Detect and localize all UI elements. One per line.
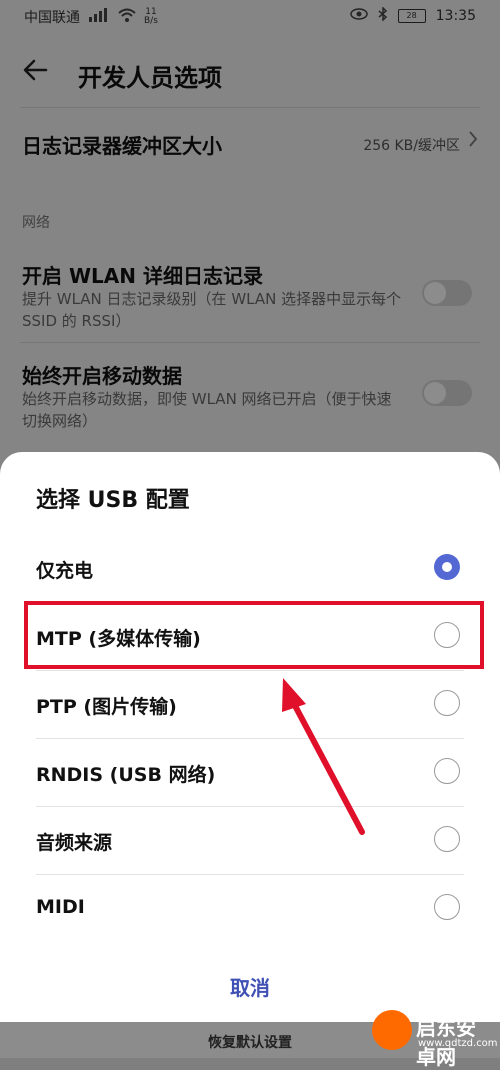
dialog-title: 选择 USB 配置 (36, 488, 190, 513)
option-label: PTP (图片传输) (36, 696, 177, 718)
highlight-box (24, 601, 484, 669)
usb-config-dialog: 选择 USB 配置 仅充电 MTP (多媒体传输) PTP (图片传输) RND… (0, 452, 500, 1022)
watermark-url: www.qdtzd.com (418, 1038, 498, 1049)
radio-selected[interactable] (434, 554, 460, 580)
radio-unselected[interactable] (434, 826, 460, 852)
option-label: RNDIS (USB 网络) (36, 764, 216, 786)
radio-unselected[interactable] (434, 690, 460, 716)
watermark: 启东安卓网 www.qdtzd.com (372, 1006, 498, 1069)
option-label: 音频来源 (36, 832, 113, 854)
option-rndis[interactable]: RNDIS (USB 网络) (0, 738, 500, 806)
option-midi[interactable]: MIDI (0, 874, 500, 942)
option-label: MIDI (36, 896, 85, 918)
option-charge-only[interactable]: 仅充电 (0, 534, 500, 602)
watermark-logo-icon (372, 1010, 412, 1050)
radio-unselected[interactable] (434, 758, 460, 784)
option-audio-source[interactable]: 音频来源 (0, 806, 500, 874)
option-ptp[interactable]: PTP (图片传输) (0, 670, 500, 738)
settings-screen: 中国联通 11 B/s 28 13:35 开发人员选项 日志记录器缓冲区大小 2… (0, 0, 500, 1069)
cancel-button[interactable]: 取消 (0, 972, 500, 1001)
option-label: 仅充电 (36, 560, 94, 582)
radio-unselected[interactable] (434, 894, 460, 920)
